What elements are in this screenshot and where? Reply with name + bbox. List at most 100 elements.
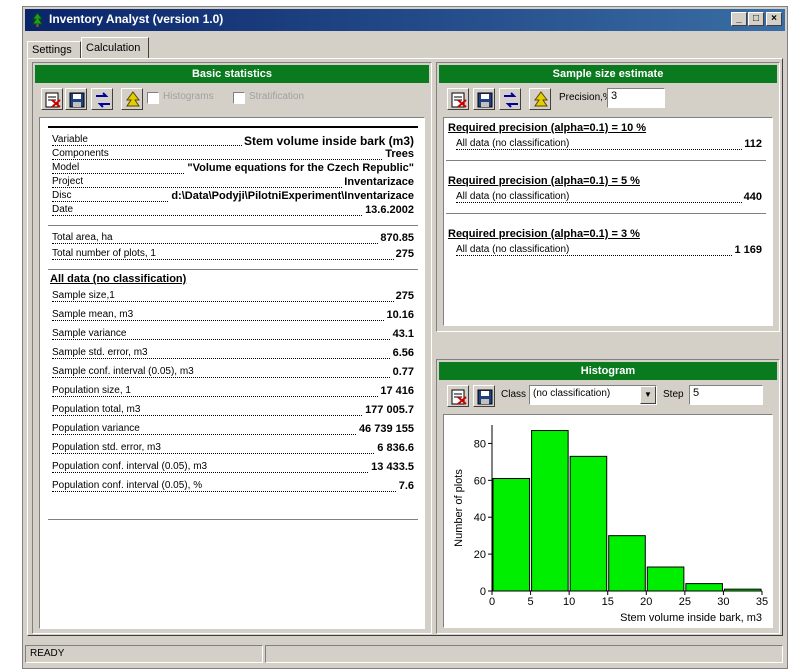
stat-row: Population total, m3 177 005.7 (52, 404, 414, 418)
calculate-button[interactable] (529, 88, 551, 110)
copy-button[interactable] (91, 88, 113, 110)
minimize-button[interactable]: _ (731, 12, 747, 26)
stat-row: Components Trees (52, 148, 414, 162)
stat-value: 13.6.2002 (363, 204, 414, 216)
stat-row: Sample std. error, m3 6.56 (52, 347, 414, 361)
stat-label: Total number of plots, 1 (52, 248, 158, 259)
stat-value: 177 005.7 (363, 404, 414, 416)
stat-label: All data (no classification) (456, 244, 572, 255)
basic-toolbar: Histograms Stratification (35, 84, 429, 114)
app-window: Inventory Analyst (version 1.0) _ □ × Se… (22, 6, 788, 669)
histogram-bar (608, 535, 646, 592)
stat-label: Sample mean, m3 (52, 309, 136, 320)
leader-dots (52, 243, 414, 244)
print-preview-button[interactable] (447, 385, 469, 407)
stat-value: Stem volume inside bark (m3) (241, 134, 414, 148)
stratification-checkbox-label: Stratification (249, 91, 305, 102)
stat-label: Sample size,1 (52, 290, 117, 301)
save-button[interactable] (473, 385, 495, 407)
histogram-toolbar: Class (no classification) ▼ Step 5 (439, 381, 777, 411)
leader-dots (52, 159, 414, 160)
leader-dots (52, 259, 414, 260)
stat-value: Inventarizace (342, 176, 414, 188)
print-preview-button[interactable] (447, 88, 469, 110)
copy-button[interactable] (499, 88, 521, 110)
stat-label: Population std. error, m3 (52, 442, 163, 453)
maximize-button[interactable]: □ (748, 12, 764, 26)
leader-dots (52, 320, 414, 321)
stat-value: 46 739 155 (356, 423, 414, 435)
histograms-checkbox-label: Histograms (163, 91, 214, 102)
sample-row-wrap: All data (no classification) 440 (444, 191, 772, 207)
x-tick-label: 0 (489, 596, 495, 608)
sample-size-header: Sample size estimate (439, 65, 777, 83)
close-button[interactable]: × (766, 12, 782, 26)
stat-row: Project Inventarizace (52, 176, 414, 190)
stat-label: Population variance (52, 423, 142, 434)
precision-label: Precision,% (559, 92, 612, 103)
stat-label: Sample variance (52, 328, 129, 339)
stat-value: 0.77 (390, 366, 414, 378)
save-button[interactable] (65, 88, 87, 110)
tab-settings[interactable]: Settings (27, 41, 81, 59)
basic-statistics-report: Variable Stem volume inside bark (m3) Comp… (39, 117, 425, 629)
leader-dots (456, 202, 762, 203)
histogram-bar (723, 588, 762, 592)
stat-row: Population conf. interval (0.05), % 7.6 (52, 480, 414, 494)
sample-size-panel: Sample size estimate Precision,% 3 Requi… (436, 62, 780, 332)
stat-row: All data (no classification) 440 (456, 191, 762, 205)
stat-value: 6 836.6 (375, 442, 414, 454)
stat-label: Population conf. interval (0.05), m3 (52, 461, 210, 472)
class-select[interactable]: (no classification) ▼ (529, 385, 657, 405)
x-tick-label: 25 (679, 596, 691, 608)
histogram-panel: Histogram Class (no classification) ▼ St… (436, 359, 780, 634)
stat-label: Population size, 1 (52, 385, 133, 396)
step-input[interactable]: 5 (689, 385, 763, 405)
histogram-bar (569, 455, 608, 592)
stat-value: 440 (741, 191, 762, 203)
x-tick-label: 15 (602, 596, 614, 608)
stat-value: 112 (742, 138, 762, 150)
histogram-header: Histogram (439, 362, 777, 380)
stat-label: Components (52, 148, 111, 159)
stat-label: Total area, ha (52, 232, 115, 243)
leader-dots (52, 301, 414, 302)
precision-group-title: Required precision (alpha=0.1) = 3 % (448, 228, 640, 240)
calculate-button[interactable] (121, 88, 143, 110)
tab-calculation[interactable]: Calculation (81, 37, 149, 59)
title-bar[interactable]: Inventory Analyst (version 1.0) _ □ × (25, 9, 785, 31)
y-axis-title: Number of plots (453, 469, 465, 547)
x-tick-label: 5 (528, 596, 534, 608)
precision-input[interactable]: 3 (607, 88, 665, 108)
stat-value: Trees (383, 148, 414, 160)
stat-value: 275 (393, 290, 414, 302)
divider (48, 519, 418, 520)
histograms-checkbox[interactable] (147, 92, 159, 104)
histogram-bar (492, 477, 531, 592)
leader-dots (456, 255, 762, 256)
print-preview-button[interactable] (41, 88, 63, 110)
stat-value: 10.16 (384, 309, 414, 321)
stat-row: Population size, 1 17 416 (52, 385, 414, 399)
leader-dots (52, 215, 414, 216)
divider (446, 213, 766, 214)
stat-row: All data (no classification) 112 (456, 138, 762, 152)
stat-value: d:\Data\Podyji\PilotniExperiment\Inventa… (169, 190, 414, 202)
chevron-down-icon[interactable]: ▼ (640, 386, 656, 404)
stat-value: 13 433.5 (369, 461, 414, 473)
stat-value: 17 416 (378, 385, 414, 397)
status-panel (265, 645, 783, 663)
precision-group-title: Required precision (alpha=0.1) = 5 % (448, 175, 640, 187)
leader-dots (52, 415, 414, 416)
stat-row: Total area, ha 870.85 (52, 232, 414, 246)
stat-row: Population conf. interval (0.05), m3 13 4… (52, 461, 414, 475)
stat-label: Variable (52, 134, 90, 145)
stratification-checkbox[interactable] (233, 92, 245, 104)
step-label: Step (663, 389, 684, 400)
stat-label: All data (no classification) (456, 191, 572, 202)
stat-row: Sample variance 43.1 (52, 328, 414, 342)
leader-dots (52, 377, 414, 378)
save-button[interactable] (473, 88, 495, 110)
stat-label: Date (52, 204, 76, 215)
y-tick-label: 60 (474, 475, 486, 487)
